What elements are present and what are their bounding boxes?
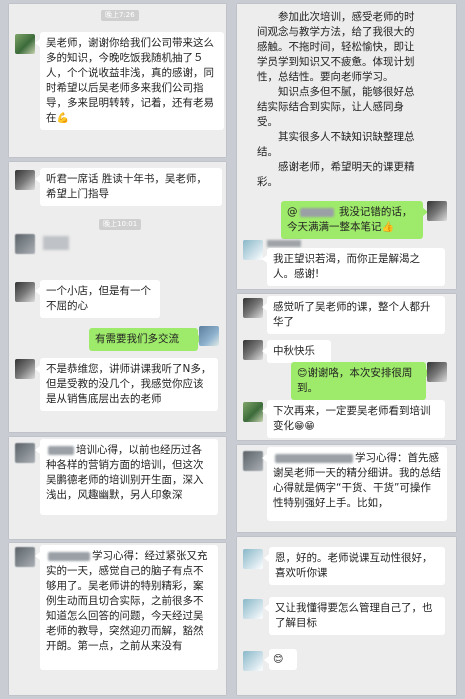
message-text: 中秋快乐 xyxy=(273,345,315,357)
chat-panel-2: 听君一席话 胜读十年书，吴老师，希望上门指导 晚上10:01 一个小店，但是有一… xyxy=(9,162,226,432)
message-bubble: 我正望识若渴，而你正是解渴之人。感谢! xyxy=(262,248,445,286)
message-bubble-sent: 😊谢谢咯，本次安排很周到。 xyxy=(291,362,431,400)
message-text: 今天满满一整本笔记 xyxy=(287,221,382,233)
avatar[interactable] xyxy=(243,298,263,318)
blurred-content xyxy=(43,236,69,250)
message-bubble: 中秋快乐 xyxy=(262,340,331,363)
paragraph-1: 参加此次培训，感受老师的时间观念与教学方法，给了我很大的感触。不拖时间，轻松愉快… xyxy=(257,11,415,83)
thumbs-up-emoji: 👍 xyxy=(381,222,394,233)
message-bubble: 吴老师，谢谢你给我们公司带来这么多的知识，今晚吃饭我随机抽了５人，个个说收益非浅… xyxy=(35,32,224,130)
flex-emoji: 💪 xyxy=(56,113,69,124)
message-bubble: 又让我懂得要怎么管理自己了，也了解目标 xyxy=(264,597,445,635)
mention: @ xyxy=(287,206,298,218)
message-bubble: 学习心得：经过紧张又充实的一天，感觉自己的脑子有点不够用了。吴老师讲的特别精彩，… xyxy=(35,545,218,670)
avatar[interactable] xyxy=(15,34,35,54)
avatar[interactable] xyxy=(243,240,263,260)
chat-panel-5: 参加此次培训，感受老师的时间观念与教学方法，给了我很大的感触。不拖时间，轻松愉快… xyxy=(237,4,456,289)
avatar[interactable] xyxy=(15,359,35,379)
paragraph-3: 其实很多人不缺知识缺整理总结。 xyxy=(257,131,415,158)
message-bubble: 下次再来，一定要吴老师看到培训变化😁😁 xyxy=(262,400,445,438)
avatar[interactable] xyxy=(243,599,263,619)
message-bubble: 恩，好的。老师说课互动性很好，喜欢听你课 xyxy=(264,547,445,585)
paragraph-2: 知识点多但不腻，能够很好总结实际结合到实际，让人感同身受。 xyxy=(257,86,415,128)
paragraph-4: 感谢老师，希望明天的课更精彩。 xyxy=(257,161,415,188)
smile-emoji: 😊 xyxy=(297,368,308,379)
avatar[interactable] xyxy=(15,170,35,190)
avatar[interactable] xyxy=(427,362,447,382)
blurred-name xyxy=(48,445,74,455)
message-text: 听君一席话 胜读十年书，吴老师，希望上门指导 xyxy=(46,173,207,200)
avatar[interactable] xyxy=(15,234,35,254)
grin-emoji: 😁😁 xyxy=(294,421,315,432)
avatar[interactable] xyxy=(15,282,35,302)
chat-panel-1: 晚上7:26 吴老师，谢谢你给我们公司带来这么多的知识，今晚吃饭我随机抽了５人，… xyxy=(9,4,226,157)
avatar[interactable] xyxy=(243,651,263,671)
chat-panel-4: 学习心得：经过紧张又充实的一天，感觉自己的脑子有点不够用了。吴老师讲的特别精彩，… xyxy=(9,543,226,695)
blurred-name xyxy=(275,453,353,463)
avatar[interactable] xyxy=(243,340,263,360)
avatar[interactable] xyxy=(243,549,263,569)
message-text: 我正望识若渴，而你正是解渴之人。感谢! xyxy=(273,253,420,280)
message-text: 一个小店，但是有一个不屈的心 xyxy=(46,285,151,312)
message-bubble-sent: @ 我没记错的话， 今天满满一整本笔记👍 xyxy=(281,201,428,239)
avatar[interactable] xyxy=(199,326,219,346)
message-text: 吴老师，谢谢你给我们公司带来这么多的知识，今晚吃饭我随机抽了５人，个个说收益非浅… xyxy=(46,37,214,124)
timestamp: 晚上7:26 xyxy=(101,10,139,21)
message-text: 我没记错的话， xyxy=(335,206,413,218)
message-text: 又让我懂得要怎么管理自己了，也了解目标 xyxy=(275,602,433,629)
message-bubble: 听君一席话 胜读十年书，吴老师，希望上门指导 xyxy=(35,168,222,206)
blurred-name xyxy=(48,551,90,561)
chat-panel-8: 恩，好的。老师说课互动性很好，喜欢听你课 又让我懂得要怎么管理自己了，也了解目标… xyxy=(237,537,456,695)
message-bubble: 感觉听了吴老师的课，整个人都升华了 xyxy=(262,296,445,334)
message-text: 不是恭维您，讲师讲课我听了N多，但是受教的没几个，我感觉你应该是从销售底层出去的… xyxy=(46,363,212,405)
message-text: 感觉听了吴老师的课，整个人都升华了 xyxy=(273,301,431,328)
avatar[interactable] xyxy=(15,547,35,567)
message-bubble: 一个小店，但是有一个不屈的心 xyxy=(35,280,160,318)
chat-panel-3: 培训心得，以前也经历过各种各样的营销方面的培训，但这次吴鹏德老师的培训别开生面，… xyxy=(9,437,226,539)
message-text: 谢谢咯，本次安排很周到。 xyxy=(297,367,413,394)
timestamp: 晚上10:01 xyxy=(99,219,142,230)
avatar[interactable] xyxy=(243,451,263,471)
message-bubble-sent: 有需要我们多交流 xyxy=(89,328,203,351)
message-text: 恩，好的。老师说课互动性很好，喜欢听你课 xyxy=(275,552,433,579)
message-text: 有需要我们多交流 xyxy=(95,333,179,345)
message-bubble: 不是恭维您，讲师讲课我听了N多，但是受教的没几个，我感觉你应该是从销售底层出去的… xyxy=(35,358,218,411)
smile-emoji: 😊 xyxy=(273,654,284,665)
message-text: 参加此次培训，感受老师的时间观念与教学方法，给了我很大的感触。不拖时间，轻松愉快… xyxy=(257,10,423,190)
message-bubble: 😊 xyxy=(264,649,297,670)
blurred-name xyxy=(299,207,334,217)
blurred-name xyxy=(267,240,301,247)
avatar[interactable] xyxy=(243,402,263,422)
chat-panel-6: 感觉听了吴老师的课，整个人都升华了 中秋快乐 😊谢谢咯，本次安排很周到。 下次再… xyxy=(237,294,456,440)
message-bubble: 培训心得，以前也经历过各种各样的营销方面的培训，但这次吴鹏德老师的培训别开生面，… xyxy=(35,439,218,515)
avatar[interactable] xyxy=(427,201,447,221)
chat-panel-7: 学习心得：首先感谢吴老师一天的精分细讲。我的总结心得就是俩字“干货、干货”可操作… xyxy=(237,445,456,532)
avatar[interactable] xyxy=(15,443,35,463)
message-text: 学习心得：经过紧张又充实的一天，感觉自己的脑子有点不够用了。吴老师讲的特别精彩，… xyxy=(46,550,208,652)
message-bubble: 学习心得：首先感谢吴老师一天的精分细讲。我的总结心得就是俩字“干货、干货”可操作… xyxy=(262,447,447,521)
